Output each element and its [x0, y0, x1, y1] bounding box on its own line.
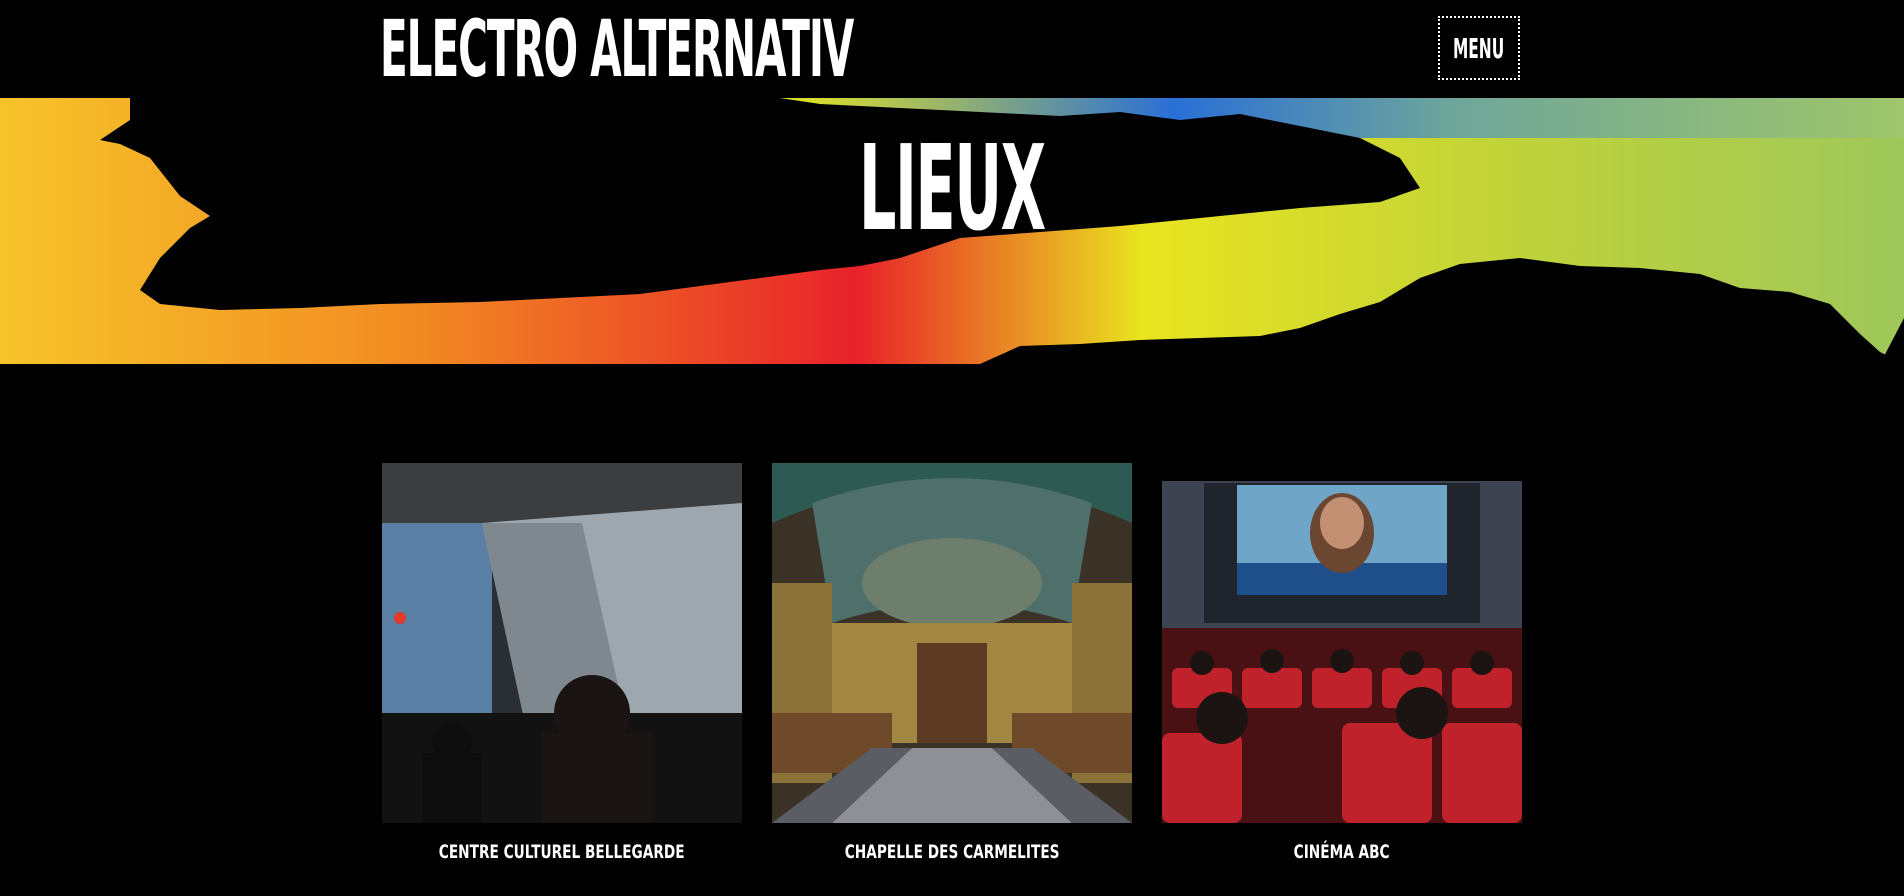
site-header: ELECTRO ALTERNATIV MENU: [0, 0, 1904, 98]
page-title-text: LIEUX: [859, 119, 1046, 257]
menu-button[interactable]: MENU: [1438, 16, 1520, 80]
venue-name-text: CINÉMA ABC: [1294, 841, 1390, 863]
venue-card-centre-culturel-bellegarde[interactable]: CENTRE CULTUREL BELLEGARDE: [382, 463, 742, 863]
venue-image-bellegarde: [382, 463, 742, 823]
menu-button-label: MENU: [1453, 31, 1505, 65]
page: ELECTRO ALTERNATIV MENU LIEUX CENTRE CUL…: [0, 0, 1904, 896]
venue-card-chapelle-des-carmelites[interactable]: CHAPELLE DES CARMELITES: [772, 463, 1132, 863]
site-logo-link[interactable]: ELECTRO ALTERNATIV: [380, 8, 854, 92]
page-title: LIEUX: [0, 128, 1904, 248]
venue-name-text: CENTRE CULTUREL BELLEGARDE: [439, 841, 685, 863]
venue-name: CENTRE CULTUREL BELLEGARDE: [382, 841, 742, 863]
venue-image-cinema: [1162, 463, 1522, 823]
hero-banner: LIEUX: [0, 98, 1904, 364]
venue-name-text: CHAPELLE DES CARMELITES: [844, 841, 1060, 863]
venue-image-chapelle: [772, 463, 1132, 823]
venue-name: CHAPELLE DES CARMELITES: [772, 841, 1132, 863]
venue-name: CINÉMA ABC: [1162, 841, 1522, 863]
venue-card-cinema-abc[interactable]: CINÉMA ABC: [1162, 463, 1522, 863]
